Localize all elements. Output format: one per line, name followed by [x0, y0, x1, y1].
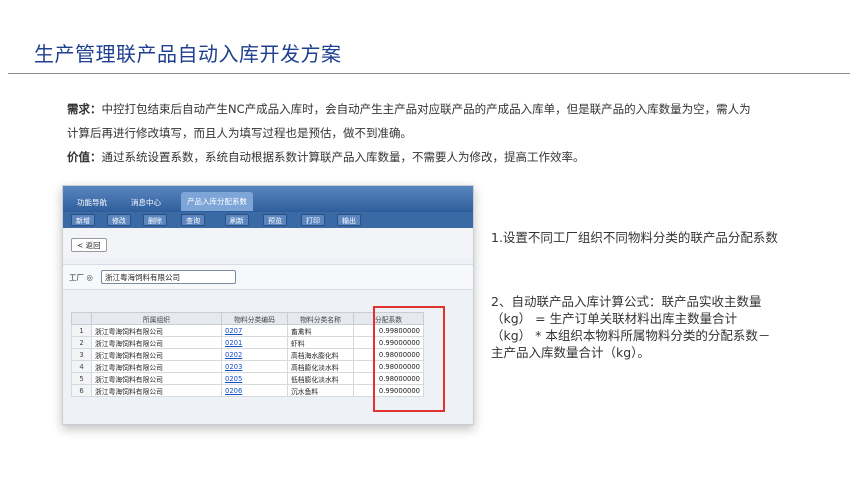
note-formula: 2、自动联产品入库计算公式：联产品实收主数量（kg） = 生产订单关联材料出库主…: [491, 294, 771, 360]
cell-code-link[interactable]: 0202: [221, 348, 288, 361]
column-header-index: [71, 312, 92, 325]
cell-coefficient: 0.99000000: [353, 384, 424, 397]
column-header-org[interactable]: 所属组织: [91, 312, 222, 325]
org-input[interactable]: 浙江粤海饲料有限公司: [101, 270, 236, 284]
need-text: 中控打包结束后自动产生NC产成品入库时，会自动产生主产品对应联产品的产成品入库单…: [67, 102, 751, 140]
cell-org: 浙江粤海饲料有限公司: [91, 324, 222, 337]
cell-org: 浙江粤海饲料有限公司: [91, 336, 222, 349]
tab-bar: 功能导航 消息中心 产品入库分配系数: [63, 186, 473, 212]
description-block: 需求：中控打包结束后自动产生NC产成品入库时，会自动产生主产品对应联产品的产成品…: [67, 97, 757, 169]
row-index: 3: [71, 348, 92, 361]
row-index: 4: [71, 360, 92, 373]
cell-coefficient: 0.98000000: [353, 360, 424, 373]
grid-area: 所属组织 物料分类编码 物料分类名称 分配系数 1 浙江粤海饲料有限公司 020…: [63, 290, 473, 424]
cell-org: 浙江粤海饲料有限公司: [91, 384, 222, 397]
row-index: 6: [71, 384, 92, 397]
row-index: 5: [71, 372, 92, 385]
table-row[interactable]: 2 浙江粤海饲料有限公司 0201 虾料 0.99000000: [71, 336, 424, 349]
print-button[interactable]: 打印: [301, 214, 325, 226]
cell-name: 高档膨化淡水料: [287, 360, 354, 373]
need-label: 需求：: [67, 102, 102, 116]
table-row[interactable]: 3 浙江粤海饲料有限公司 0202 高档海水膨化料 0.98000000: [71, 348, 424, 361]
cell-name: 虾料: [287, 336, 354, 349]
title-divider: [8, 73, 850, 74]
preview-button[interactable]: 预览: [263, 214, 287, 226]
cell-org: 浙江粤海饲料有限公司: [91, 360, 222, 373]
cell-name: 畜禽料: [287, 324, 354, 337]
cell-code-link[interactable]: 0203: [221, 360, 288, 373]
cell-coefficient: 0.98000000: [353, 372, 424, 385]
delete-button[interactable]: 删除: [143, 214, 167, 226]
note-coefficient-setting: 1.设置不同工厂组织不同物料分类的联产品分配系数: [491, 230, 778, 245]
org-label: 工厂 ◎: [69, 273, 93, 282]
add-button[interactable]: 新增: [71, 214, 95, 226]
cell-name: 低档膨化淡水料: [287, 372, 354, 385]
org-filter-row: 工厂 ◎ 浙江粤海饲料有限公司: [63, 264, 473, 290]
column-header-code[interactable]: 物料分类编码: [221, 312, 288, 325]
cell-code-link[interactable]: 0205: [221, 372, 288, 385]
coefficient-table: 所属组织 物料分类编码 物料分类名称 分配系数 1 浙江粤海饲料有限公司 020…: [71, 312, 424, 397]
table-row[interactable]: 1 浙江粤海饲料有限公司 0207 畜禽料 0.99800000: [71, 324, 424, 337]
tab-allocation-coefficient[interactable]: 产品入库分配系数: [181, 192, 253, 211]
cell-name: 高档海水膨化料: [287, 348, 354, 361]
cell-code-link[interactable]: 0207: [221, 324, 288, 337]
cell-coefficient: 0.98000000: [353, 348, 424, 361]
row-index: 2: [71, 336, 92, 349]
refresh-button[interactable]: 刷新: [225, 214, 249, 226]
table-row[interactable]: 4 浙江粤海饲料有限公司 0203 高档膨化淡水料 0.98000000: [71, 360, 424, 373]
cell-code-link[interactable]: 0201: [221, 336, 288, 349]
cell-coefficient: 0.99800000: [353, 324, 424, 337]
cell-coefficient: 0.99000000: [353, 336, 424, 349]
tab-message-center[interactable]: 消息中心: [125, 193, 167, 212]
tab-function-nav[interactable]: 功能导航: [71, 193, 113, 212]
app-screenshot: 功能导航 消息中心 产品入库分配系数 新增 修改 删除 查询 刷新 预览 打印 …: [62, 185, 474, 425]
slide-title: 生产管理联产品自动入库开发方案: [34, 42, 342, 66]
back-button[interactable]: < 返回: [71, 238, 107, 252]
table-row[interactable]: 6 浙江粤海饲料有限公司 0206 沉水鱼料 0.99000000: [71, 384, 424, 397]
cell-org: 浙江粤海饲料有限公司: [91, 372, 222, 385]
cell-code-link[interactable]: 0206: [221, 384, 288, 397]
query-button[interactable]: 查询: [181, 214, 205, 226]
cell-name: 沉水鱼料: [287, 384, 354, 397]
column-header-name[interactable]: 物料分类名称: [287, 312, 354, 325]
table-row[interactable]: 5 浙江粤海饲料有限公司 0205 低档膨化淡水料 0.98000000: [71, 372, 424, 385]
cell-org: 浙江粤海饲料有限公司: [91, 348, 222, 361]
export-button[interactable]: 输出: [337, 214, 361, 226]
value-text: 通过系统设置系数，系统自动根据系数计算联产品入库数量，不需要人为修改，提高工作效…: [101, 150, 585, 164]
value-label: 价值：: [67, 150, 102, 164]
column-header-coefficient[interactable]: 分配系数: [353, 312, 424, 325]
back-bar: < 返回: [63, 228, 473, 258]
toolbar: 新增 修改 删除 查询 刷新 预览 打印 输出: [63, 212, 473, 228]
edit-button[interactable]: 修改: [107, 214, 131, 226]
row-index: 1: [71, 324, 92, 337]
